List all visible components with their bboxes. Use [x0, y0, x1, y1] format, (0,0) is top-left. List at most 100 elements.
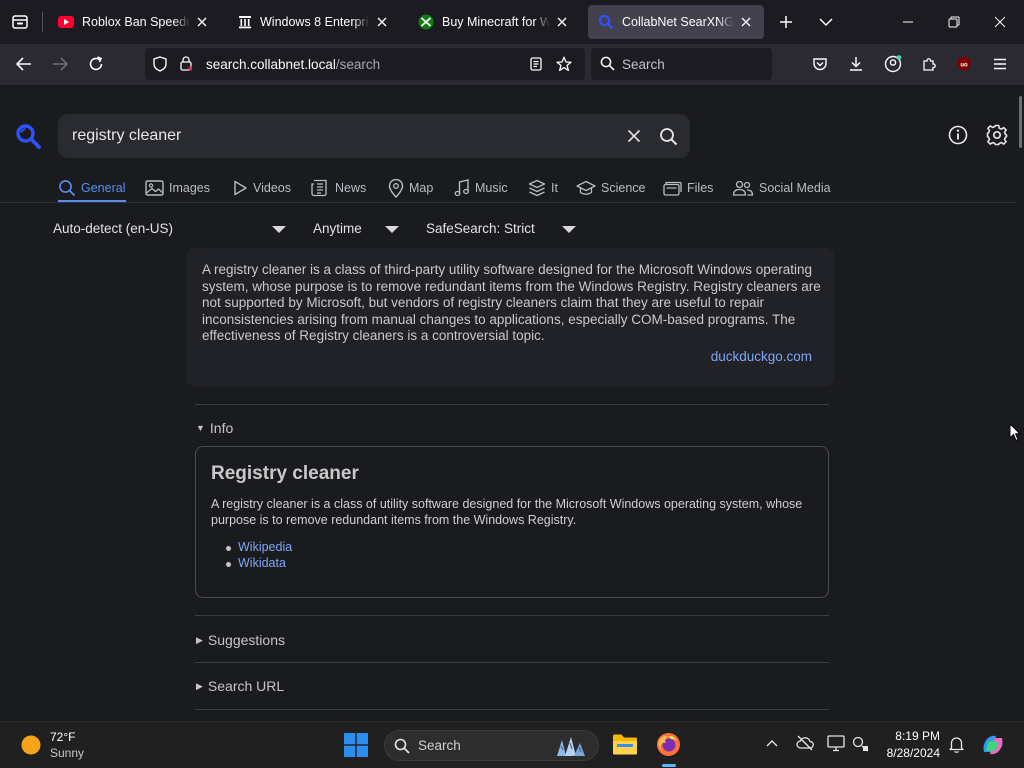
- clock-date[interactable]: 8/28/2024: [880, 746, 940, 760]
- windows-taskbar: 72°F Sunny Search 8:19 PM 8/28/2024: [0, 721, 1024, 768]
- tab-close-button[interactable]: [194, 14, 210, 30]
- chevron-up-icon[interactable]: [766, 739, 778, 747]
- firefox-view-button[interactable]: [6, 8, 34, 36]
- ublock-origin-button[interactable]: uo: [950, 50, 978, 78]
- firefox-icon[interactable]: [656, 732, 681, 757]
- music-note-icon: [454, 179, 469, 197]
- tab-close-button[interactable]: [374, 14, 390, 30]
- plus-icon: [780, 16, 792, 28]
- language-select[interactable]: Auto-detect (en-US): [53, 221, 173, 236]
- category-music[interactable]: Music: [454, 177, 508, 199]
- category-map[interactable]: Map: [388, 177, 433, 199]
- answer-source-link[interactable]: duckduckgo.com: [711, 349, 812, 364]
- back-button[interactable]: [10, 50, 38, 78]
- windows-start-icon[interactable]: [344, 733, 368, 757]
- divider: [195, 404, 829, 405]
- reader-view-icon[interactable]: [530, 57, 542, 71]
- infobox-links: Wikipedia Wikidata: [225, 540, 292, 572]
- new-tab-button[interactable]: [772, 8, 800, 36]
- caret-down-icon[interactable]: [272, 226, 286, 233]
- bell-icon[interactable]: [949, 736, 964, 753]
- close-icon: [197, 17, 207, 27]
- restore-button[interactable]: [940, 8, 968, 36]
- files-icon: [663, 181, 682, 196]
- lock-icon: [180, 56, 192, 71]
- tab-title: Buy Minecraft for Windo: [442, 15, 550, 29]
- url-path: /search: [335, 57, 381, 72]
- forward-button[interactable]: [46, 50, 74, 78]
- category-videos[interactable]: Videos: [232, 177, 291, 199]
- search-submit-icon[interactable]: [659, 127, 678, 146]
- cloud-offline-icon[interactable]: [796, 735, 814, 751]
- star-icon[interactable]: [556, 56, 572, 72]
- infobox-link-wikipedia[interactable]: Wikipedia: [225, 540, 292, 556]
- searxng-icon: [598, 14, 614, 30]
- category-files[interactable]: Files: [663, 177, 713, 199]
- category-label: News: [335, 181, 367, 195]
- minimize-button[interactable]: [894, 8, 922, 36]
- firefox-view-icon: [12, 15, 28, 29]
- suggestions-toggle[interactable]: ▶ Suggestions: [196, 632, 285, 648]
- close-window-button[interactable]: [986, 8, 1014, 36]
- search-query-text[interactable]: registry cleaner: [72, 127, 181, 145]
- category-label: Images: [169, 181, 210, 195]
- category-label: Map: [409, 181, 434, 195]
- category-it[interactable]: It: [528, 177, 558, 199]
- tab-close-button[interactable]: [738, 14, 754, 30]
- xbox-icon: [418, 14, 434, 30]
- close-icon: [994, 16, 1006, 28]
- svg-text:uo: uo: [960, 63, 968, 69]
- gear-icon[interactable]: [986, 124, 1008, 146]
- search-icon: [59, 180, 76, 197]
- arrow-left-icon: [16, 57, 31, 71]
- taskbar-search[interactable]: Search: [384, 730, 599, 761]
- info-icon[interactable]: [948, 125, 968, 145]
- search-query-field[interactable]: registry cleaner: [58, 114, 690, 158]
- reload-button[interactable]: [82, 50, 110, 78]
- display-icon[interactable]: [827, 735, 845, 752]
- list-all-tabs-button[interactable]: [812, 8, 840, 36]
- sun-icon: [21, 735, 41, 755]
- searxng-logo-icon[interactable]: [15, 123, 41, 149]
- network-icon[interactable]: [852, 735, 870, 752]
- triangle-down-icon: ▼: [196, 423, 205, 433]
- safesearch-select[interactable]: SafeSearch: Strict: [426, 221, 535, 236]
- file-explorer-icon[interactable]: [612, 733, 638, 756]
- clock-time[interactable]: 8:19 PM: [880, 729, 940, 743]
- pocket-icon: [813, 58, 827, 71]
- url-bar[interactable]: search.collabnet.local/search: [145, 48, 585, 80]
- time-range-select[interactable]: Anytime: [313, 221, 362, 236]
- tab-roblox[interactable]: Roblox Ban Speedrun -: [48, 5, 220, 39]
- info-toggle[interactable]: ▼ Info: [196, 420, 233, 436]
- browser-search-box[interactable]: Search: [591, 48, 772, 80]
- scrollbar-thumb[interactable]: [1019, 96, 1022, 148]
- divider: [195, 662, 829, 663]
- tab-minecraft[interactable]: Buy Minecraft for Windo: [408, 5, 580, 39]
- app-menu-button[interactable]: [986, 50, 1014, 78]
- caret-down-icon[interactable]: [562, 226, 576, 233]
- category-images[interactable]: Images: [145, 177, 210, 199]
- category-news[interactable]: News: [311, 177, 366, 199]
- url-host: search.collabnet.local: [206, 57, 336, 72]
- minimize-icon: [903, 21, 913, 23]
- pocket-button[interactable]: [806, 50, 834, 78]
- infobox-link-wikidata[interactable]: Wikidata: [225, 556, 292, 572]
- clear-search-icon[interactable]: [627, 129, 641, 143]
- caret-down-icon[interactable]: [385, 226, 399, 233]
- search-url-toggle[interactable]: ▶ Search URL: [196, 678, 284, 694]
- category-general[interactable]: General: [58, 177, 125, 199]
- tab-close-button[interactable]: [554, 14, 570, 30]
- copilot-icon[interactable]: [980, 732, 1006, 758]
- scrollbar-track[interactable]: [1017, 85, 1024, 721]
- category-social-media[interactable]: Social Media: [732, 177, 831, 199]
- tab-windows8[interactable]: Windows 8 Enterprise E: [228, 5, 400, 39]
- tab-searxng[interactable]: CollabNet SearXNG: [588, 5, 764, 39]
- extensions-button[interactable]: [915, 50, 943, 78]
- downloads-button[interactable]: [842, 50, 870, 78]
- triangle-right-icon: ▶: [196, 681, 203, 691]
- navigation-toolbar: search.collabnet.local/search Search uo: [0, 44, 1024, 85]
- category-science[interactable]: Science: [576, 177, 645, 199]
- search-icon: [394, 738, 410, 754]
- account-button[interactable]: [879, 50, 907, 78]
- puzzle-icon: [923, 58, 936, 71]
